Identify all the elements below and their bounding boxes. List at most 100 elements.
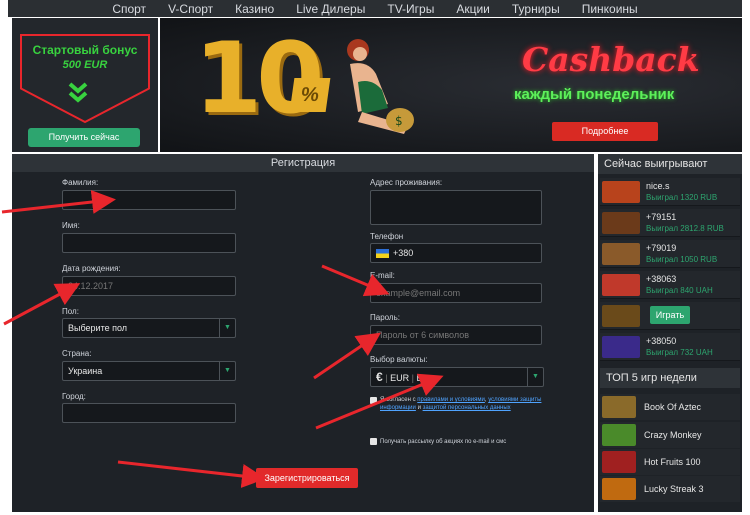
game-thumbnail bbox=[602, 424, 636, 446]
currency-label: Выбор валюты: bbox=[370, 355, 428, 364]
winner-name: nice.s bbox=[646, 181, 670, 191]
currency-select[interactable]: € | EUR | Евро ▼ bbox=[370, 367, 544, 387]
surname-input[interactable] bbox=[62, 190, 236, 210]
nav-tournaments[interactable]: Турниры bbox=[512, 2, 560, 16]
terms-personal-data-link[interactable]: защитой персональных данных bbox=[423, 405, 511, 411]
winner-name: +79019 bbox=[646, 243, 677, 253]
address-label: Адрес проживания: bbox=[370, 178, 443, 187]
password-label: Пароль: bbox=[370, 313, 400, 322]
currency-name: Евро bbox=[416, 373, 438, 383]
game-name: Crazy Monkey bbox=[644, 430, 702, 440]
winner-item[interactable]: +38050 Выиграл 732 UAH bbox=[600, 333, 740, 361]
ukraine-flag-icon bbox=[376, 249, 389, 259]
winner-name: +38063 bbox=[646, 274, 677, 284]
game-thumbnail bbox=[602, 451, 636, 473]
nav-tv-games[interactable]: TV-Игры bbox=[387, 2, 434, 16]
game-name: Lucky Streak 3 bbox=[644, 484, 704, 494]
winner-name: +38050 bbox=[646, 336, 677, 346]
winners-title: Сейчас выигрывают bbox=[598, 154, 742, 174]
winner-item[interactable]: +38063 Выиграл 840 UAH bbox=[600, 271, 740, 299]
game-thumbnail bbox=[602, 396, 636, 418]
top-game-item[interactable]: Hot Fruits 100 bbox=[600, 449, 740, 475]
birthdate-input[interactable]: 24.12.2017 bbox=[62, 276, 236, 296]
terms-and: и bbox=[417, 405, 421, 411]
cashback-banner[interactable]: 10 % $ Cashback каждый понедельник Подро… bbox=[160, 18, 742, 152]
divider: | bbox=[385, 373, 388, 383]
winner-name: +79151 bbox=[646, 212, 677, 222]
terms-prefix: Я согласен с bbox=[380, 397, 416, 403]
bonus-amount: 500 EUR bbox=[62, 59, 108, 71]
game-thumbnail bbox=[602, 478, 636, 500]
city-label: Город: bbox=[62, 392, 86, 401]
banner-cashback-title: Cashback bbox=[522, 40, 700, 79]
birthdate-label: Дата рождения: bbox=[62, 264, 121, 273]
chevron-down-icon: ▼ bbox=[219, 362, 235, 380]
terms-text: Я согласен с правилами и условиями, усло… bbox=[380, 396, 546, 412]
winner-item-hover[interactable]: Играть bbox=[600, 302, 740, 330]
nav-vsport[interactable]: V-Спорт bbox=[168, 2, 213, 16]
divider: | bbox=[411, 373, 414, 383]
winner-amount: Выиграл 1050 RUB bbox=[646, 255, 718, 264]
start-bonus-box: Стартовый бонус 500 EUR Получить сейчас bbox=[12, 18, 158, 152]
winner-item[interactable]: +79019 Выиграл 1050 RUB bbox=[600, 240, 740, 268]
nav-live-dealers[interactable]: Live Дилеры bbox=[296, 2, 365, 16]
game-thumbnail bbox=[602, 181, 640, 203]
banner-percent: % bbox=[289, 78, 331, 112]
registration-form: Регистрация Фамилия: Имя: Дата рождения:… bbox=[12, 154, 594, 512]
country-select[interactable]: Украина ▼ bbox=[62, 361, 236, 381]
top-game-item[interactable]: Crazy Monkey bbox=[600, 422, 740, 448]
phone-input[interactable]: +380 bbox=[370, 243, 542, 263]
winner-item[interactable]: +79151 Выиграл 2812.8 RUB bbox=[600, 209, 740, 237]
winner-item[interactable]: nice.s Выиграл 1320 RUB bbox=[600, 178, 740, 206]
nav-casino[interactable]: Казино bbox=[235, 2, 274, 16]
game-name: Book Of Aztec bbox=[644, 402, 702, 412]
terms-comma: , bbox=[484, 397, 487, 403]
terms-rules-link[interactable]: правилами и условиями bbox=[417, 397, 485, 403]
more-info-button[interactable]: Подробнее bbox=[552, 122, 658, 141]
name-input[interactable] bbox=[62, 233, 236, 253]
email-input[interactable]: example@email.com bbox=[370, 283, 542, 303]
address-textarea[interactable] bbox=[370, 190, 542, 225]
svg-text:$: $ bbox=[395, 114, 403, 128]
currency-code: EUR bbox=[390, 373, 410, 383]
game-thumbnail bbox=[602, 305, 640, 327]
password-input[interactable]: Пароль от 6 символов bbox=[370, 325, 542, 345]
country-value: Украина bbox=[68, 366, 103, 376]
surname-label: Фамилия: bbox=[62, 178, 99, 187]
sidebar: Сейчас выигрывают nice.s Выиграл 1320 RU… bbox=[598, 154, 742, 512]
top-game-item[interactable]: Book Of Aztec bbox=[600, 394, 740, 420]
country-label: Страна: bbox=[62, 349, 92, 358]
name-label: Имя: bbox=[62, 221, 80, 230]
nav-pincoins[interactable]: Пинкоины bbox=[582, 2, 638, 16]
newsletter-checkbox[interactable] bbox=[370, 438, 377, 445]
form-title: Регистрация bbox=[12, 154, 594, 172]
game-thumbnail bbox=[602, 336, 640, 358]
chevron-down-icon: ▼ bbox=[527, 368, 543, 386]
gender-select[interactable]: Выберите пол ▼ bbox=[62, 318, 236, 338]
nav-sport[interactable]: Спорт bbox=[112, 2, 146, 16]
terms-checkbox[interactable] bbox=[370, 397, 377, 404]
phone-value: +380 bbox=[393, 248, 414, 258]
gender-value: Выберите пол bbox=[68, 323, 128, 333]
phone-label: Телефон bbox=[370, 232, 404, 241]
nav-promotions[interactable]: Акции bbox=[456, 2, 490, 16]
newsletter-label: Получать рассылку об акциях по e-mail и … bbox=[380, 439, 507, 445]
bonus-badge: Стартовый бонус 500 EUR bbox=[20, 34, 150, 88]
banner-subtitle: каждый понедельник bbox=[514, 86, 675, 103]
city-input[interactable] bbox=[62, 403, 236, 423]
email-label: E-mail: bbox=[370, 271, 395, 280]
game-thumbnail bbox=[602, 274, 640, 296]
banner-illustration: $ bbox=[347, 39, 414, 134]
register-button[interactable]: Зарегистрироваться bbox=[256, 468, 358, 488]
bonus-title: Стартовый бонус bbox=[32, 43, 138, 57]
play-button[interactable]: Играть bbox=[650, 306, 690, 324]
chevron-down-icon: ▼ bbox=[219, 319, 235, 337]
top-game-item[interactable]: Lucky Streak 3 bbox=[600, 476, 740, 502]
winner-amount: Выиграл 840 UAH bbox=[646, 286, 713, 295]
winner-amount: Выиграл 1320 RUB bbox=[646, 193, 718, 202]
get-bonus-button[interactable]: Получить сейчас bbox=[28, 128, 140, 147]
euro-icon: € bbox=[376, 370, 383, 384]
game-thumbnail bbox=[602, 243, 640, 265]
winner-amount: Выиграл 2812.8 RUB bbox=[646, 224, 724, 233]
chevron-down-icon bbox=[68, 82, 88, 103]
